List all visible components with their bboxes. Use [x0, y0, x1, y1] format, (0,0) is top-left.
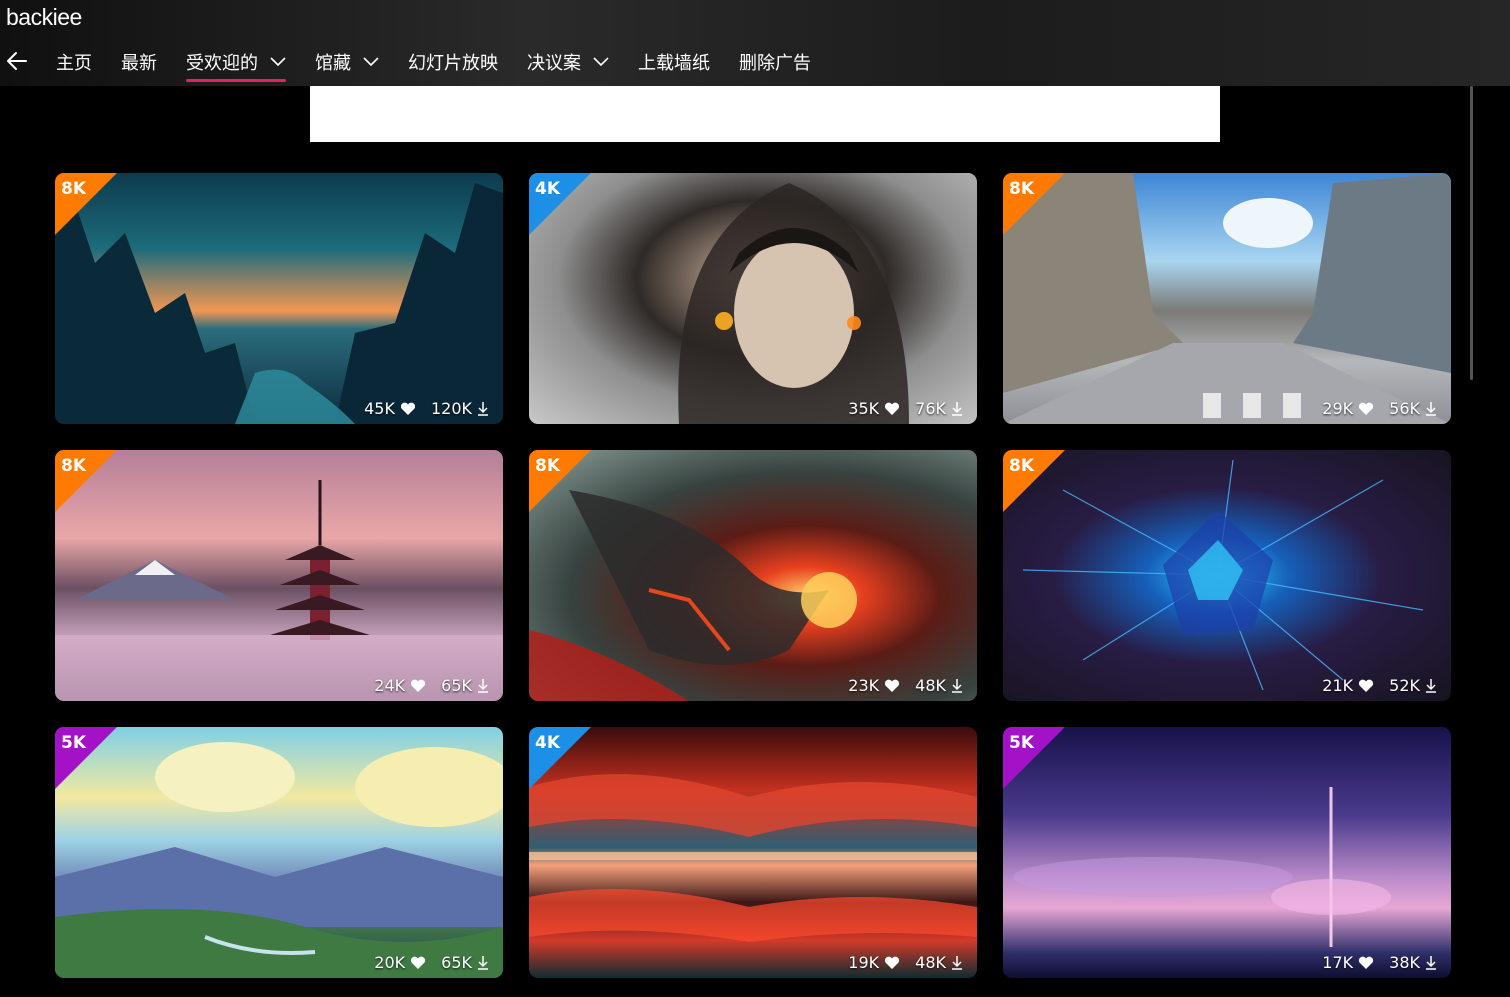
heart-icon: [411, 679, 426, 692]
resolution-badge: 4K: [535, 179, 561, 199]
download-icon: [1426, 956, 1436, 970]
top-bar: backiee 主页 最新 受欢迎的 馆藏 幻灯片放映 决议案 上载墙纸 删除广…: [0, 0, 1510, 86]
wallpaper-stats: 35K 76K: [848, 399, 963, 418]
wallpaper-card[interactable]: 4K 35K 76K: [529, 173, 977, 424]
nav-item-slideshow[interactable]: 幻灯片放映: [408, 47, 498, 77]
wallpaper-thumbnail: [529, 727, 977, 978]
heart-icon: [400, 402, 416, 415]
nav-item-label: 最新: [121, 53, 157, 74]
wallpaper-thumbnail: [529, 450, 977, 701]
likes-count: 21K: [1322, 676, 1354, 695]
ad-banner[interactable]: [310, 86, 1220, 142]
downloads-count: 76K: [915, 399, 946, 418]
wallpaper-thumbnail: [529, 173, 977, 424]
resolution-badge: 8K: [1009, 179, 1035, 199]
heart-icon: [885, 956, 900, 969]
likes-count: 45K: [364, 399, 395, 418]
nav-item-popular[interactable]: 受欢迎的: [186, 47, 286, 82]
likes-count: 23K: [848, 676, 880, 695]
wallpaper-card[interactable]: 5K 20K 65K: [55, 727, 503, 978]
wallpaper-stats: 29K 56K: [1322, 399, 1437, 418]
download-icon: [478, 402, 488, 416]
downloads-count: 65K: [441, 953, 472, 972]
resolution-badge: 8K: [61, 179, 87, 199]
heart-icon: [1359, 956, 1374, 969]
nav-item-label: 上载墙纸: [638, 53, 710, 74]
resolution-badge: 8K: [535, 456, 561, 476]
download-icon: [1426, 679, 1436, 693]
wallpaper-stats: 20K 65K: [374, 953, 489, 972]
wallpaper-stats: 19K 48K: [848, 953, 963, 972]
chevron-down-icon: [593, 57, 609, 67]
nav-item-upload-wallpaper[interactable]: 上载墙纸: [638, 47, 710, 77]
likes-count: 29K: [1322, 399, 1354, 418]
downloads-count: 48K: [915, 953, 946, 972]
wallpaper-stats: 17K 38K: [1322, 953, 1437, 972]
nav-item-home[interactable]: 主页: [56, 47, 92, 77]
main-nav: 主页 最新 受欢迎的 馆藏 幻灯片放映 决议案 上载墙纸 删除广告: [56, 47, 840, 82]
chevron-down-icon: [363, 57, 379, 67]
nav-item-label: 馆藏: [315, 53, 351, 74]
resolution-badge: 4K: [535, 733, 561, 753]
likes-count: 35K: [848, 399, 880, 418]
wallpaper-thumbnail: [1003, 727, 1451, 978]
downloads-count: 120K: [430, 399, 472, 418]
scrollbar[interactable]: [1470, 86, 1473, 380]
heart-icon: [885, 402, 900, 415]
wallpaper-card[interactable]: 8K 24K 65K: [55, 450, 503, 701]
heart-icon: [411, 956, 426, 969]
download-icon: [478, 956, 488, 970]
wallpaper-stats: 21K 52K: [1322, 676, 1437, 695]
nav-item-label: 受欢迎的: [186, 53, 258, 74]
resolution-badge: 8K: [1009, 456, 1035, 476]
resolution-badge: 8K: [61, 456, 87, 476]
wallpaper-card[interactable]: 8K 23K 48K: [529, 450, 977, 701]
downloads-count: 48K: [915, 676, 946, 695]
nav-item-resolutions[interactable]: 决议案: [527, 47, 609, 77]
heart-icon: [885, 679, 900, 692]
likes-count: 20K: [374, 953, 406, 972]
downloads-count: 65K: [441, 676, 472, 695]
heart-icon: [1359, 679, 1374, 692]
heart-icon: [1359, 402, 1374, 415]
downloads-count: 52K: [1389, 676, 1420, 695]
app-title: backiee: [6, 4, 82, 30]
likes-count: 17K: [1322, 953, 1354, 972]
wallpaper-card[interactable]: 4K 19K 48K: [529, 727, 977, 978]
nav-item-label: 决议案: [527, 53, 581, 74]
resolution-badge: 5K: [1009, 733, 1035, 753]
nav-item-label: 删除广告: [739, 53, 811, 74]
nav-item-remove-ads[interactable]: 删除广告: [739, 47, 811, 77]
download-icon: [952, 402, 962, 416]
wallpaper-stats: 23K 48K: [848, 676, 963, 695]
wallpaper-card[interactable]: 8K 21K 52K: [1003, 450, 1451, 701]
download-icon: [952, 679, 962, 693]
wallpaper-thumbnail: [1003, 173, 1451, 424]
nav-item-label: 幻灯片放映: [408, 53, 498, 74]
wallpaper-card[interactable]: 8K 29K 56K: [1003, 173, 1451, 424]
wallpaper-grid: 8K 45K 120K 4K 35K 76K 8K 29K 56K 8K 24K…: [55, 173, 1451, 978]
nav-item-latest[interactable]: 最新: [121, 47, 157, 77]
chevron-down-icon: [270, 57, 286, 67]
resolution-badge: 5K: [61, 733, 87, 753]
wallpaper-card[interactable]: 5K 17K 38K: [1003, 727, 1451, 978]
wallpaper-thumbnail: [1003, 450, 1451, 701]
nav-item-collections[interactable]: 馆藏: [315, 47, 379, 77]
likes-count: 24K: [374, 676, 406, 695]
download-icon: [952, 956, 962, 970]
download-icon: [1426, 402, 1436, 416]
downloads-count: 56K: [1389, 399, 1420, 418]
wallpaper-stats: 45K 120K: [364, 399, 489, 418]
likes-count: 19K: [848, 953, 880, 972]
wallpaper-stats: 24K 65K: [374, 676, 489, 695]
wallpaper-card[interactable]: 8K 45K 120K: [55, 173, 503, 424]
wallpaper-thumbnail: [55, 173, 503, 424]
back-arrow-icon[interactable]: [4, 48, 30, 74]
nav-item-label: 主页: [56, 53, 92, 74]
download-icon: [478, 679, 488, 693]
downloads-count: 38K: [1389, 953, 1420, 972]
wallpaper-thumbnail: [55, 727, 503, 978]
wallpaper-thumbnail: [55, 450, 503, 701]
